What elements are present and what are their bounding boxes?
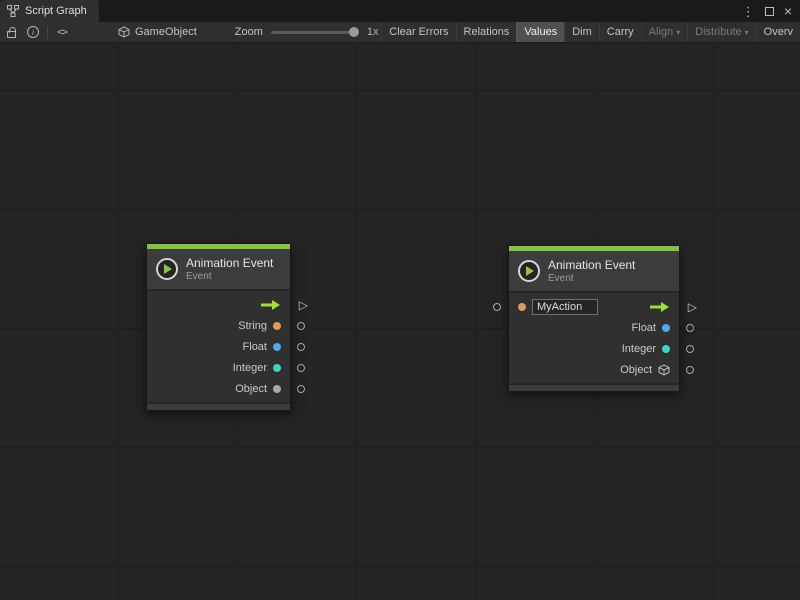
chevron-down-icon: ▾	[676, 29, 680, 37]
gameobject-reference[interactable]: GameObject	[118, 26, 197, 38]
output-row-integer: Integer	[147, 357, 290, 378]
values-button[interactable]: Values	[516, 22, 564, 43]
output-row-float: Float	[147, 336, 290, 357]
name-input-row: ▷	[509, 296, 679, 317]
flow-arrow-icon	[648, 301, 670, 313]
lock-icon[interactable]	[0, 22, 22, 43]
object-type-dot	[273, 385, 281, 393]
object-cube-icon	[658, 364, 670, 376]
float-output-port[interactable]	[686, 324, 694, 332]
name-input-port[interactable]	[493, 303, 501, 311]
object-output-port[interactable]	[686, 366, 694, 374]
output-row-object: Object	[147, 378, 290, 399]
action-name-input[interactable]	[532, 299, 598, 315]
code-view-icon[interactable]: <>	[51, 22, 73, 43]
gameobject-label: GameObject	[135, 26, 197, 38]
graph-canvas[interactable]: Animation Event Event ▷ String	[0, 43, 800, 600]
tab-script-graph[interactable]: Script Graph	[0, 0, 99, 22]
float-type-dot	[273, 343, 281, 351]
flow-output-port[interactable]: ▷	[688, 301, 697, 313]
flow-output-port[interactable]: ▷	[299, 299, 308, 311]
flow-arrow-icon	[259, 299, 281, 311]
float-output-port[interactable]	[297, 343, 305, 351]
overview-button[interactable]: Overv	[756, 22, 800, 43]
node-body: ▷ String Float Integer	[147, 291, 290, 400]
node-footer	[509, 383, 679, 391]
window-controls: ⋮ ×	[742, 0, 800, 22]
menu-icon[interactable]: ⋮	[742, 5, 755, 18]
node-subtitle: Event	[548, 273, 635, 284]
node-header[interactable]: Animation Event Event	[147, 249, 290, 291]
script-graph-icon	[7, 5, 19, 17]
flow-output-row: ▷	[147, 294, 290, 315]
integer-type-dot	[273, 364, 281, 372]
node-header[interactable]: Animation Event Event	[509, 251, 679, 293]
object-output-port[interactable]	[297, 385, 305, 393]
node-footer	[147, 402, 290, 410]
output-row-string: String	[147, 315, 290, 336]
integer-output-port[interactable]	[297, 364, 305, 372]
string-type-dot	[273, 322, 281, 330]
tab-label: Script Graph	[25, 5, 87, 17]
integer-type-dot	[662, 345, 670, 353]
maximize-icon[interactable]	[765, 7, 774, 16]
info-icon[interactable]: i	[22, 22, 44, 43]
graph-toolbar: i <> GameObject Zoom 1x Clear Errors Rel…	[0, 22, 800, 43]
output-row-object: Object	[509, 359, 679, 380]
unity-visual-scripting-window: Script Graph ⋮ × i <> GameObject Zoom 1x	[0, 0, 800, 600]
close-icon[interactable]: ×	[784, 4, 792, 18]
node-subtitle: Event	[186, 271, 273, 282]
string-output-port[interactable]	[297, 322, 305, 330]
node-body: ▷ Float Integer Object	[509, 293, 679, 381]
output-row-integer: Integer	[509, 338, 679, 359]
dim-button[interactable]: Dim	[564, 22, 599, 43]
toolbar-buttons: Clear Errors Relations Values Dim Carry …	[381, 22, 800, 43]
clear-errors-button[interactable]: Clear Errors	[381, 22, 455, 43]
toolbar-divider	[47, 26, 48, 39]
string-type-dot	[518, 303, 526, 311]
zoom-slider[interactable]	[271, 31, 359, 34]
event-play-icon	[156, 258, 178, 280]
event-play-icon	[518, 260, 540, 282]
animation-event-node-2[interactable]: Animation Event Event ▷ Float	[508, 245, 680, 392]
align-button[interactable]: Align ▾	[641, 22, 687, 43]
node-title: Animation Event	[548, 258, 635, 272]
chevron-down-icon: ▾	[745, 29, 749, 37]
output-row-float: Float	[509, 317, 679, 338]
carry-button[interactable]: Carry	[599, 22, 641, 43]
zoom-value: 1x	[367, 26, 379, 38]
zoom-control: Zoom 1x	[235, 26, 379, 38]
zoom-slider-knob[interactable]	[349, 27, 359, 37]
zoom-label: Zoom	[235, 26, 263, 38]
distribute-button[interactable]: Distribute ▾	[687, 22, 755, 43]
integer-output-port[interactable]	[686, 345, 694, 353]
animation-event-node-1[interactable]: Animation Event Event ▷ String	[146, 243, 291, 411]
gameobject-icon	[118, 26, 130, 38]
tab-strip: Script Graph ⋮ ×	[0, 0, 800, 22]
node-title: Animation Event	[186, 256, 273, 270]
relations-button[interactable]: Relations	[456, 22, 517, 43]
float-type-dot	[662, 324, 670, 332]
